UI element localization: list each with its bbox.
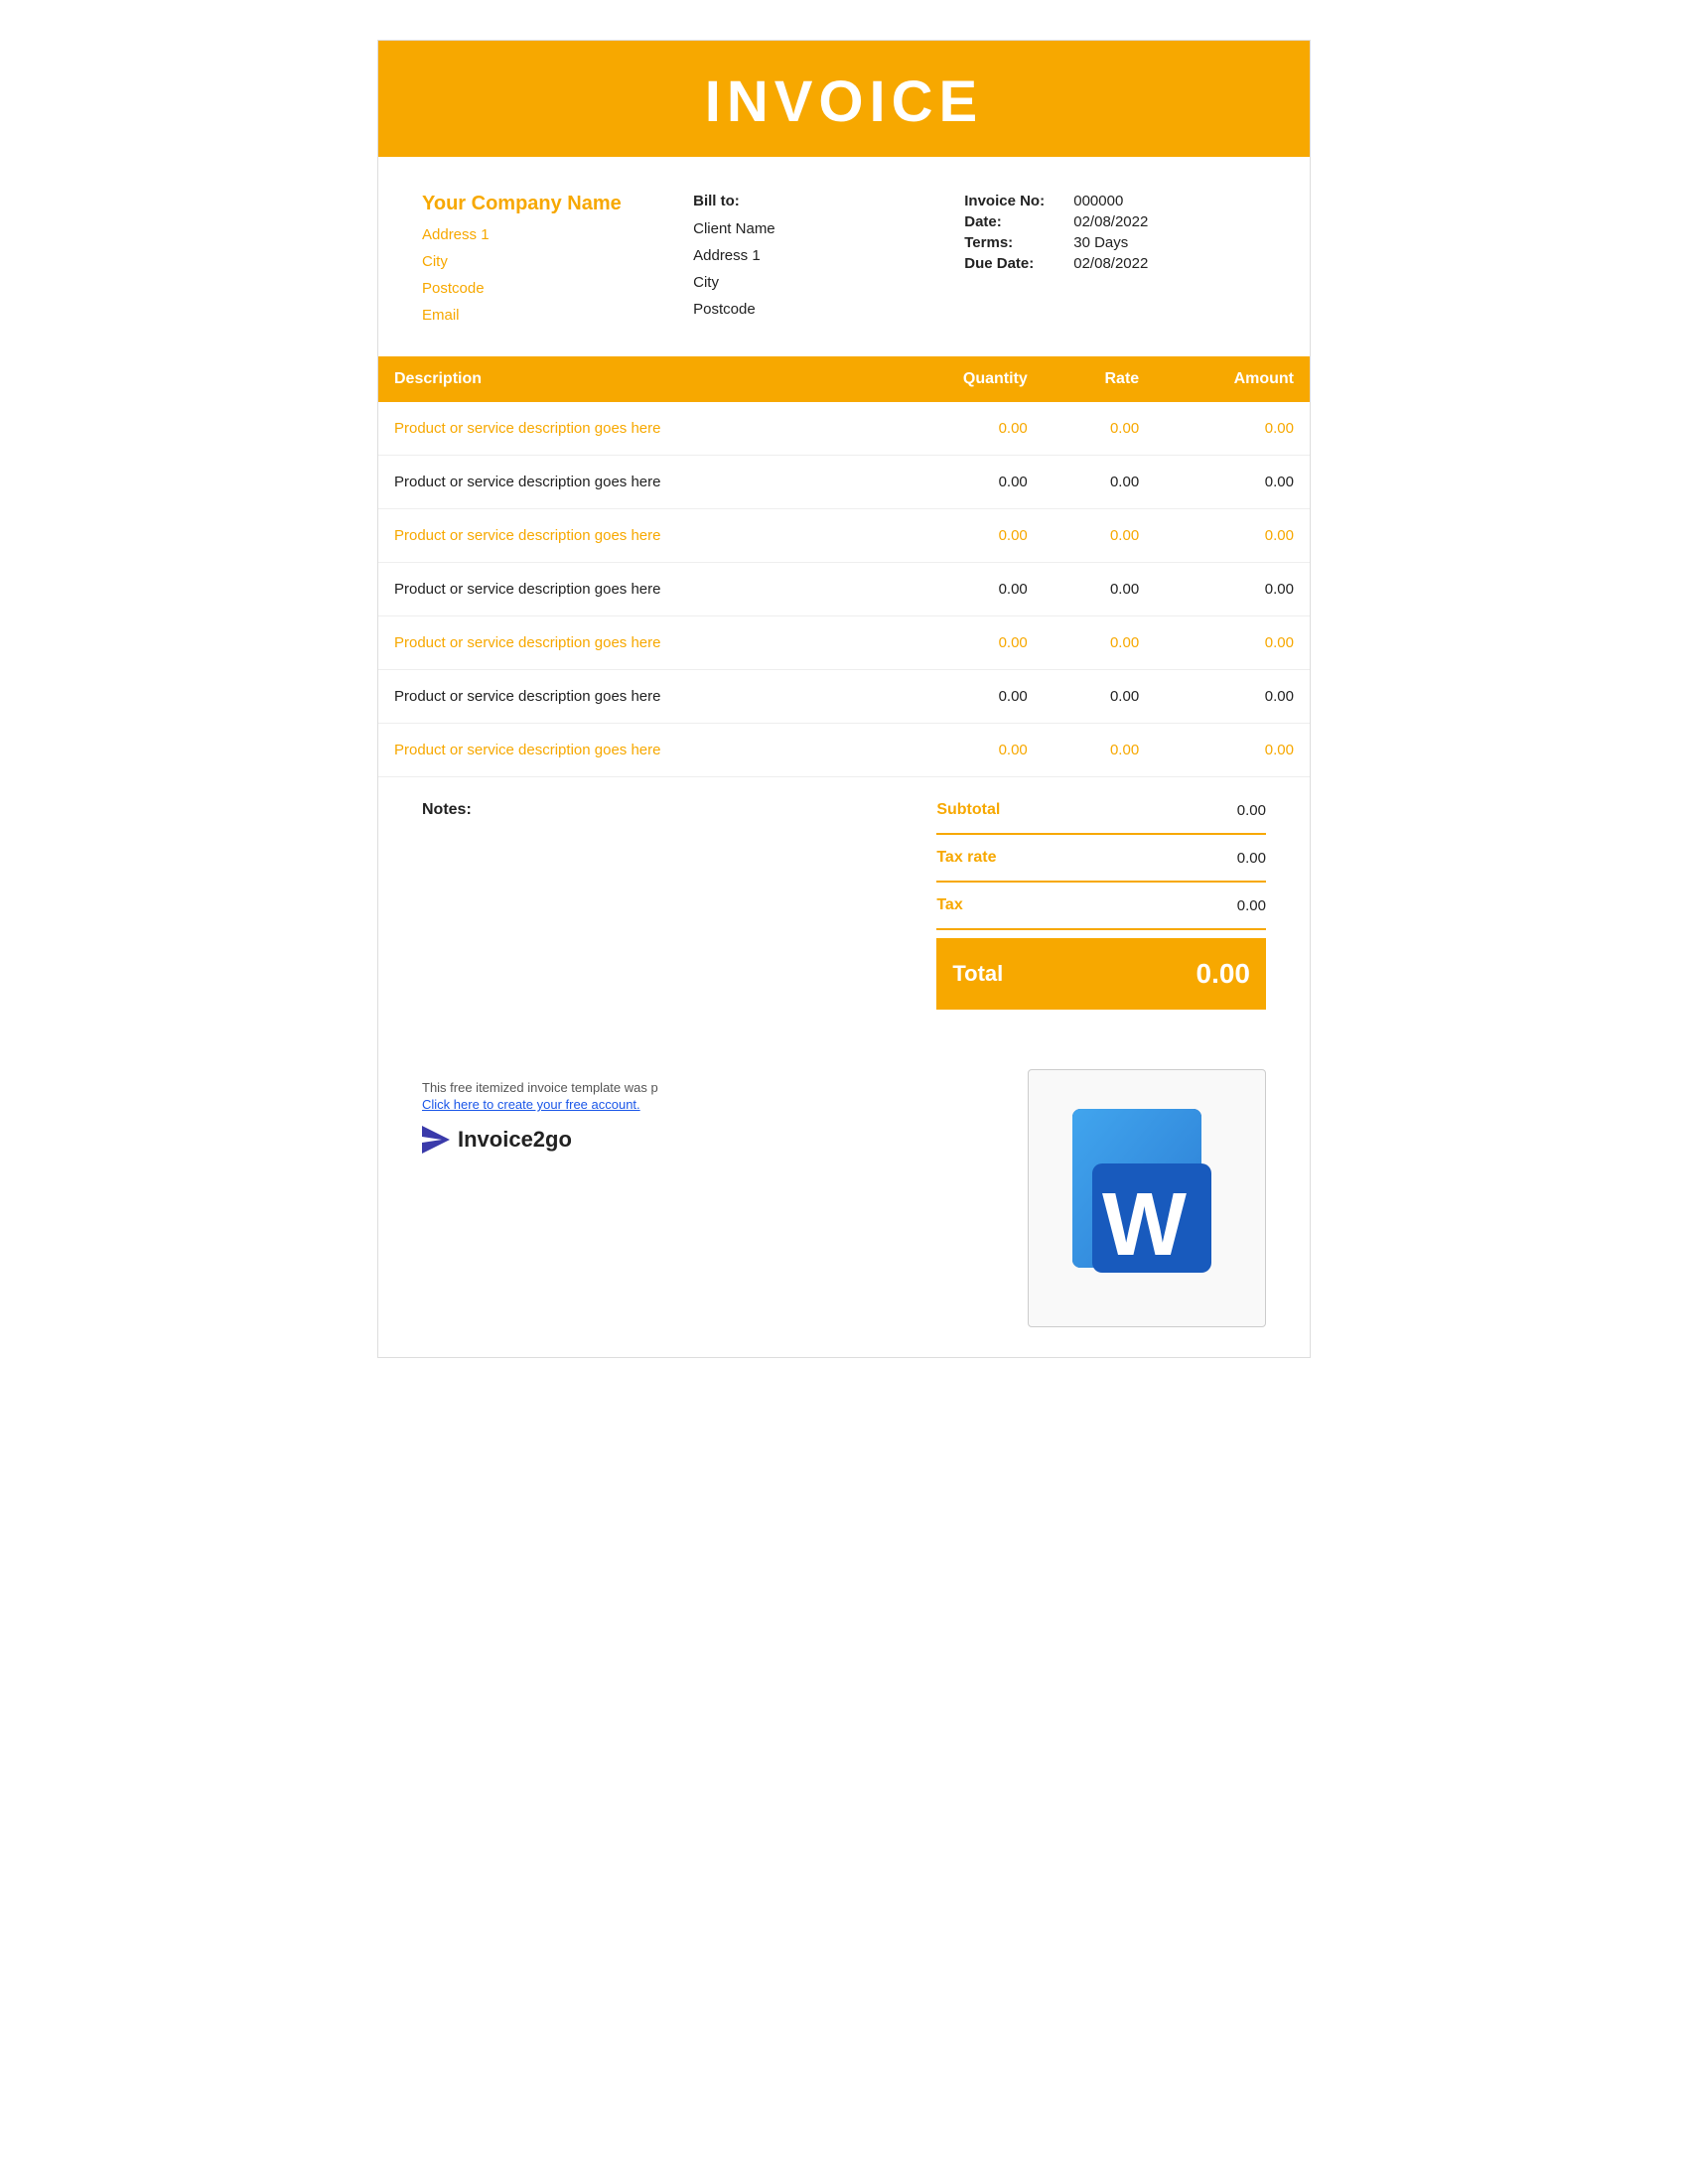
row-amount: 0.00	[1155, 616, 1310, 670]
invoice-title: INVOICE	[378, 68, 1310, 135]
invoice-header: INVOICE	[378, 41, 1310, 157]
total-final-row: Total 0.00	[936, 938, 1266, 1010]
word-icon: W	[1062, 1104, 1231, 1293]
row-quantity: 0.00	[881, 724, 1043, 777]
row-quantity: 0.00	[881, 670, 1043, 724]
terms-row: Terms: 30 Days	[964, 234, 1266, 251]
company-postcode: Postcode	[422, 275, 673, 302]
row-amount: 0.00	[1155, 402, 1310, 456]
row-rate: 0.00	[1044, 616, 1155, 670]
row-quantity: 0.00	[881, 402, 1043, 456]
col-description: Description	[378, 356, 881, 402]
row-amount: 0.00	[1155, 456, 1310, 509]
row-rate: 0.00	[1044, 563, 1155, 616]
row-quantity: 0.00	[881, 456, 1043, 509]
row-quantity: 0.00	[881, 509, 1043, 563]
col-rate: Rate	[1044, 356, 1155, 402]
due-date-label: Due Date:	[964, 255, 1063, 272]
table-row: Product or service description goes here…	[378, 563, 1310, 616]
tax-rate-row: Tax rate 0.00	[936, 835, 1266, 881]
row-quantity: 0.00	[881, 563, 1043, 616]
row-description: Product or service description goes here	[378, 509, 881, 563]
footer-text: This free itemized invoice template was …	[422, 1080, 658, 1095]
client-address1: Address 1	[693, 242, 944, 269]
invoice-no-row: Invoice No: 000000	[964, 193, 1266, 209]
invoice-no-label: Invoice No:	[964, 193, 1063, 209]
table-header-row: Description Quantity Rate Amount	[378, 356, 1310, 402]
svg-text:W: W	[1102, 1175, 1187, 1275]
row-amount: 0.00	[1155, 724, 1310, 777]
subtotal-row: Subtotal 0.00	[936, 787, 1266, 833]
invoice-no-value: 000000	[1073, 193, 1123, 209]
company-column: Your Company Name Address 1 City Postcod…	[422, 193, 673, 329]
row-description: Product or service description goes here	[378, 563, 881, 616]
row-quantity: 0.00	[881, 616, 1043, 670]
table-row: Product or service description goes here…	[378, 670, 1310, 724]
row-description: Product or service description goes here	[378, 456, 881, 509]
items-table: Description Quantity Rate Amount Product…	[378, 356, 1310, 777]
paper-plane-icon	[422, 1126, 450, 1154]
company-city: City	[422, 248, 673, 275]
row-description: Product or service description goes here	[378, 724, 881, 777]
date-label: Date:	[964, 213, 1063, 230]
bill-to-label: Bill to:	[693, 193, 944, 209]
brand-name: Invoice2go	[458, 1127, 572, 1153]
subtotal-value: 0.00	[1237, 802, 1266, 819]
company-email: Email	[422, 302, 673, 329]
row-description: Product or service description goes here	[378, 616, 881, 670]
row-rate: 0.00	[1044, 456, 1155, 509]
bottom-section: Notes: Subtotal 0.00 Tax rate 0.00 Tax 0…	[378, 777, 1310, 1049]
tax-rate-value: 0.00	[1237, 850, 1266, 867]
invoice-container: INVOICE Your Company Name Address 1 City…	[377, 40, 1311, 1358]
subtotal-label: Subtotal	[936, 801, 1000, 819]
notes-column: Notes:	[378, 777, 926, 1010]
client-city: City	[693, 269, 944, 296]
row-rate: 0.00	[1044, 670, 1155, 724]
bill-to-column: Bill to: Client Name Address 1 City Post…	[673, 193, 944, 329]
tax-rate-label: Tax rate	[936, 849, 996, 867]
table-row: Product or service description goes here…	[378, 616, 1310, 670]
row-amount: 0.00	[1155, 563, 1310, 616]
footer-link[interactable]: Click here to create your free account.	[422, 1097, 998, 1112]
invoice2go-brand: Invoice2go	[422, 1126, 998, 1154]
total-value: 0.00	[1196, 958, 1251, 990]
footer-section: This free itemized invoice template was …	[378, 1049, 1310, 1357]
invoice-details-column: Invoice No: 000000 Date: 02/08/2022 Term…	[944, 193, 1266, 329]
notes-label: Notes:	[422, 801, 472, 818]
tax-row: Tax 0.00	[936, 883, 1266, 928]
tax-value: 0.00	[1237, 897, 1266, 914]
total-label: Total	[952, 961, 1003, 987]
col-amount: Amount	[1155, 356, 1310, 402]
tax-label: Tax	[936, 896, 962, 914]
terms-value: 30 Days	[1073, 234, 1128, 251]
word-icon-box: W	[1028, 1069, 1266, 1327]
footer-left: This free itemized invoice template was …	[422, 1069, 998, 1154]
row-amount: 0.00	[1155, 670, 1310, 724]
due-date-row: Due Date: 02/08/2022	[964, 255, 1266, 272]
divider-3	[936, 928, 1266, 930]
company-name: Your Company Name	[422, 193, 673, 215]
due-date-value: 02/08/2022	[1073, 255, 1148, 272]
table-row: Product or service description goes here…	[378, 402, 1310, 456]
table-row: Product or service description goes here…	[378, 724, 1310, 777]
totals-column: Subtotal 0.00 Tax rate 0.00 Tax 0.00 Tot…	[926, 777, 1310, 1010]
client-name: Client Name	[693, 215, 944, 242]
table-row: Product or service description goes here…	[378, 456, 1310, 509]
client-postcode: Postcode	[693, 296, 944, 323]
table-row: Product or service description goes here…	[378, 509, 1310, 563]
company-address1: Address 1	[422, 221, 673, 248]
row-rate: 0.00	[1044, 402, 1155, 456]
invoice-info-section: Your Company Name Address 1 City Postcod…	[378, 157, 1310, 356]
row-rate: 0.00	[1044, 509, 1155, 563]
row-description: Product or service description goes here	[378, 670, 881, 724]
col-quantity: Quantity	[881, 356, 1043, 402]
row-amount: 0.00	[1155, 509, 1310, 563]
terms-label: Terms:	[964, 234, 1063, 251]
date-row: Date: 02/08/2022	[964, 213, 1266, 230]
date-value: 02/08/2022	[1073, 213, 1148, 230]
row-rate: 0.00	[1044, 724, 1155, 777]
row-description: Product or service description goes here	[378, 402, 881, 456]
